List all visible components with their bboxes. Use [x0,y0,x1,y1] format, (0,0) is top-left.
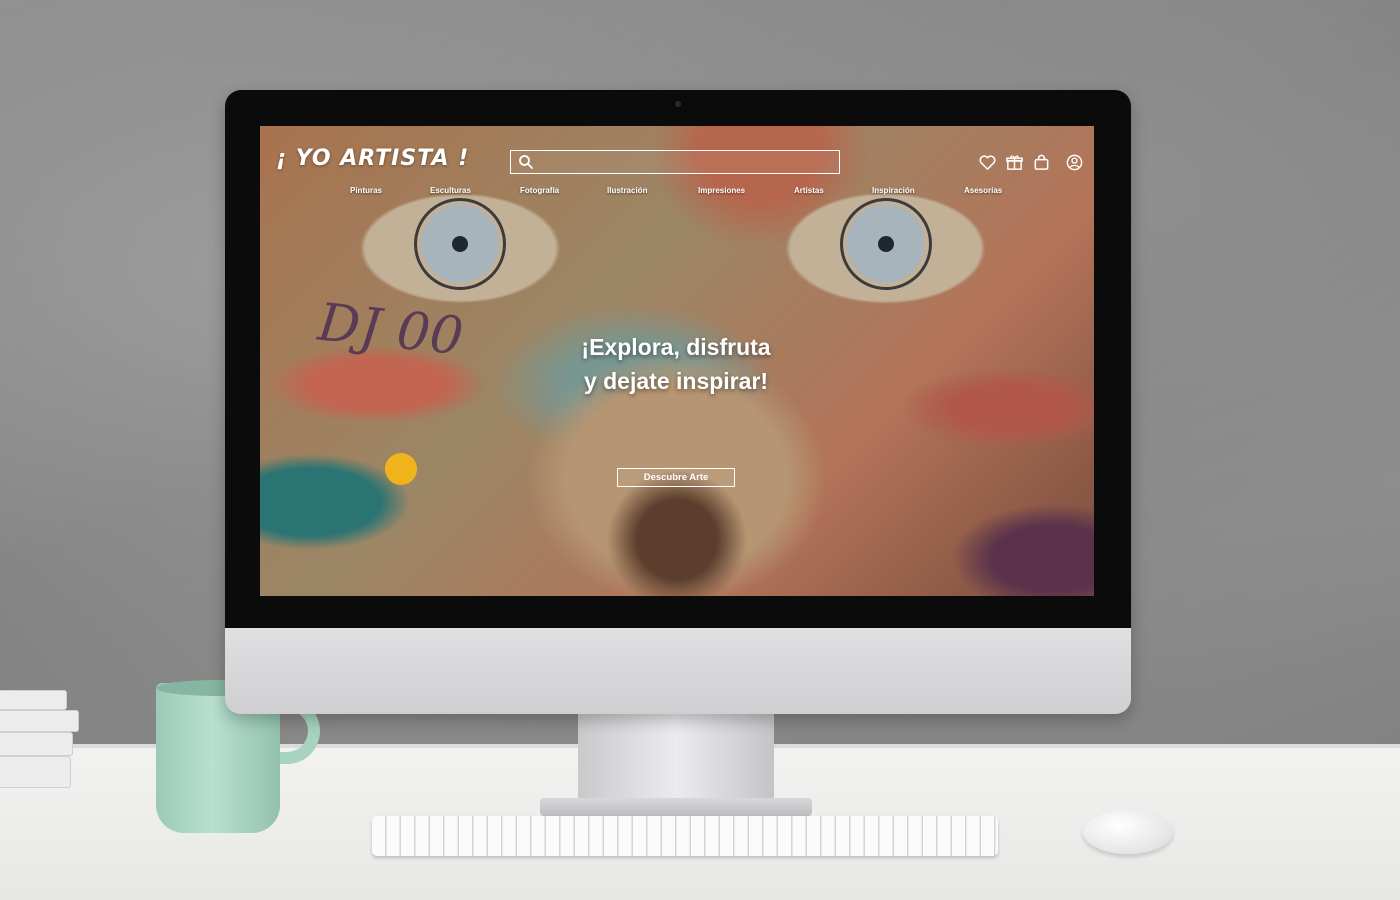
shopping-bag-icon[interactable] [1032,153,1051,172]
nav-item-fotografia[interactable]: Fotografía [520,186,559,195]
user-account-icon[interactable] [1065,153,1084,172]
camera-icon [675,101,681,107]
hero-title-line2: y dejate inspirar! [583,368,769,394]
keyboard [372,816,998,856]
nav-item-inspiracion[interactable]: Inspiración [872,186,915,195]
nav-item-impresiones[interactable]: Impresiones [698,186,745,195]
gift-icon[interactable] [1005,153,1024,172]
imac-stand-foot [540,798,812,816]
nav-item-artistas[interactable]: Artistas [794,186,824,195]
search-input[interactable] [539,153,833,173]
search-bar[interactable] [510,150,840,174]
monitor-bezel: DJ 00 ¡ YO ARTISTA ! Pinturas Esculturas… [225,90,1131,628]
search-icon[interactable] [518,154,534,170]
nav-item-esculturas[interactable]: Esculturas [430,186,471,195]
yellow-paint-dot [385,453,417,485]
nav-item-ilustracion[interactable]: Ilustración [607,186,647,195]
imac-stand [578,712,774,804]
heart-icon[interactable] [978,153,997,172]
header-icons [978,153,1084,172]
imac-monitor: DJ 00 ¡ YO ARTISTA ! Pinturas Esculturas… [225,90,1131,714]
hero-title: ¡Explora, disfruta y dejate inspirar! [490,330,862,398]
books-stack [0,690,90,800]
discover-art-button[interactable]: Descubre Arte [617,468,735,487]
website-screen: DJ 00 ¡ YO ARTISTA ! Pinturas Esculturas… [260,126,1094,596]
monitor-chin [225,628,1131,714]
site-logo[interactable]: ¡ YO ARTISTA ! [276,146,469,171]
nav-item-asesorias[interactable]: Asesorías [964,186,1002,195]
mouse [1083,810,1173,854]
hero-title-line1: ¡Explora, disfruta [581,334,771,360]
main-nav: Pinturas Esculturas Fotografía Ilustraci… [260,186,1094,200]
nav-item-pinturas[interactable]: Pinturas [350,186,382,195]
